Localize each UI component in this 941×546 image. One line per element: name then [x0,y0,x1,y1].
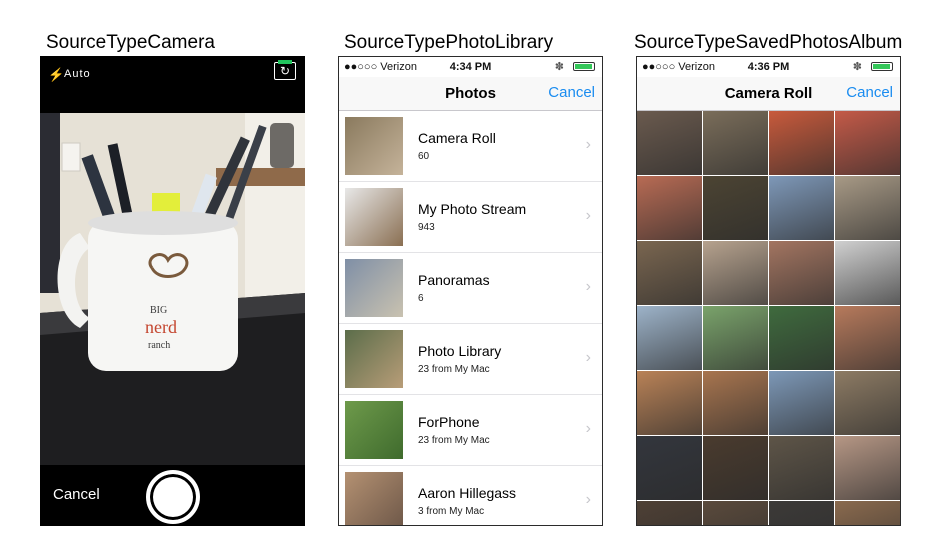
photo-thumbnail[interactable] [637,241,702,305]
photo-thumbnail[interactable] [769,241,834,305]
chevron-right-icon: › [585,491,591,508]
album-name: Panoramas [418,272,490,288]
photo-thumbnail[interactable] [637,176,702,240]
album-count: 23 from My Mac [418,435,490,446]
album-name: Aaron Hillegass [418,485,517,501]
flash-icon[interactable]: ⚡ [48,67,64,83]
saved-photos-screen: ●●○○○ Verizon 4:36 PM ✽ Camera Roll Canc… [636,56,901,526]
photo-thumbnail[interactable] [769,371,834,435]
photo-thumbnail[interactable] [637,371,702,435]
battery-icon [573,62,595,71]
album-count: 23 from My Mac [418,364,490,375]
photo-library-screen: ●●○○○ Verizon 4:34 PM ✽ Photos Cancel Ca… [338,56,603,526]
photo-thumbnail[interactable] [703,241,768,305]
photo-thumbnail[interactable] [703,436,768,500]
navigation-bar: Photos Cancel [339,77,602,111]
album-name: Camera Roll [418,130,496,146]
camera-screen: ⚡ Auto ↻ BIG nerd ranch Cancel [40,56,305,526]
photo-thumbnail[interactable] [769,306,834,370]
photo-thumbnail[interactable] [637,501,702,525]
photo-thumbnail[interactable] [769,111,834,175]
caption-camera: SourceTypeCamera [46,32,215,53]
bluetooth-icon: ✽ [852,61,862,73]
navigation-bar: Camera Roll Cancel [637,77,900,111]
photo-thumbnail[interactable] [835,241,900,305]
photo-thumbnail[interactable] [835,111,900,175]
chevron-right-icon: › [585,136,591,153]
mug-text-big: BIG [150,305,167,316]
status-bar: ●●○○○ Verizon 4:34 PM ✽ [339,57,602,77]
album-count: 6 [418,293,424,304]
album-count: 943 [418,222,435,233]
chevron-right-icon: › [585,207,591,224]
cancel-button[interactable]: Cancel [846,84,893,101]
album-count: 3 from My Mac [418,506,485,517]
album-row[interactable]: Panoramas 6 › [339,253,602,324]
album-thumbnail [345,330,403,388]
photo-thumbnail[interactable] [637,111,702,175]
album-thumbnail [345,188,403,246]
chevron-right-icon: › [585,349,591,366]
album-thumbnail [345,472,403,525]
mug-text-nerd: nerd [145,317,177,337]
album-thumbnail [345,401,403,459]
cancel-button[interactable]: Cancel [548,84,595,101]
photo-thumbnail[interactable] [703,111,768,175]
album-row[interactable]: Photo Library 23 from My Mac › [339,324,602,395]
flash-mode-label[interactable]: Auto [64,68,91,80]
album-name: Photo Library [418,343,502,359]
bluetooth-icon: ✽ [554,61,564,73]
photo-thumbnail[interactable] [835,436,900,500]
album-thumbnail [345,117,403,175]
album-list: Camera Roll 60 › My Photo Stream 943 › Panoram… [339,111,602,525]
chevron-right-icon: › [585,420,591,437]
photo-thumbnail[interactable] [637,436,702,500]
album-count: 60 [418,151,430,162]
photo-thumbnail[interactable] [835,306,900,370]
caption-saved-photos-album: SourceTypeSavedPhotosAlbum [634,32,903,53]
status-bar: ●●○○○ Verizon 4:36 PM ✽ [637,57,900,77]
chevron-right-icon: › [585,278,591,295]
switch-camera-icon[interactable]: ↻ [274,60,296,80]
shutter-button[interactable] [146,470,200,524]
camera-cancel-button[interactable]: Cancel [53,486,100,503]
photo-thumbnail[interactable] [835,501,900,525]
photo-thumbnail[interactable] [703,306,768,370]
photo-thumbnail[interactable] [703,371,768,435]
viewfinder-scene: BIG nerd ranch [40,113,305,465]
camera-viewfinder: BIG nerd ranch [40,113,305,465]
photo-thumbnail[interactable] [703,501,768,525]
photo-thumbnail[interactable] [769,501,834,525]
album-name: ForPhone [418,414,480,430]
photo-thumbnail[interactable] [637,306,702,370]
album-thumbnail [345,259,403,317]
mug-text-ranch: ranch [148,340,170,351]
album-row[interactable]: Camera Roll 60 › [339,111,602,182]
album-row[interactable]: ForPhone 23 from My Mac › [339,395,602,466]
photo-thumbnail[interactable] [835,176,900,240]
battery-icon [871,62,893,71]
caption-photo-library: SourceTypePhotoLibrary [344,32,554,53]
photo-thumbnail[interactable] [703,176,768,240]
album-name: My Photo Stream [418,201,527,217]
photo-thumbnail[interactable] [835,371,900,435]
album-row[interactable]: Aaron Hillegass 3 from My Mac › [339,466,602,525]
album-row[interactable]: My Photo Stream 943 › [339,182,602,253]
camera-top-bar [40,56,305,113]
photo-thumbnail[interactable] [769,436,834,500]
photo-thumbnail[interactable] [769,176,834,240]
